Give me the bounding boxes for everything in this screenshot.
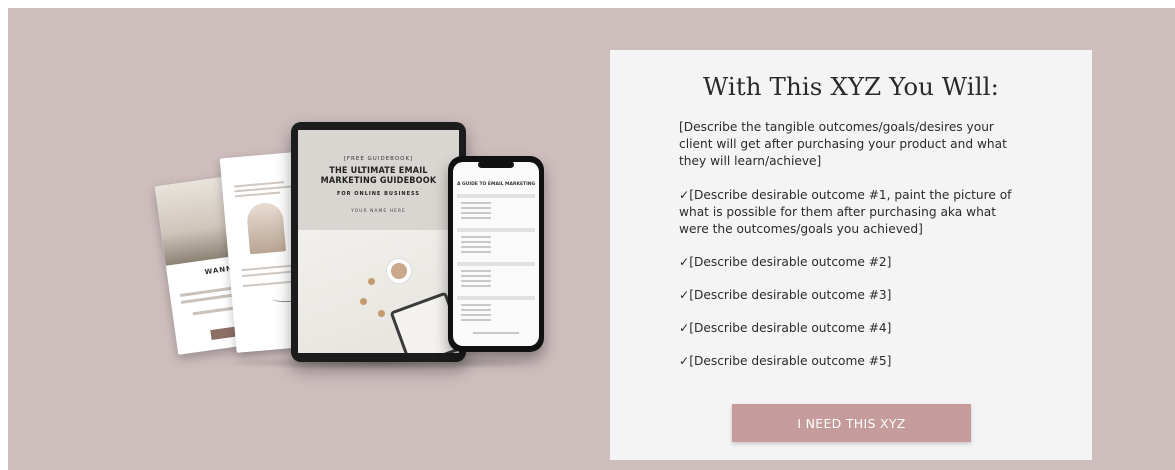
outcome-item: ✓[Describe desirable outcome #4] [679,320,1029,337]
check-icon: ✓ [679,288,690,302]
decor-dot [360,298,367,305]
outcome-item: ✓[Describe desirable outcome #2] [679,254,1029,271]
outcome-item: ✓[Describe desirable outcome #5] [679,353,1029,370]
desk-photo [298,230,459,353]
check-icon: ✓ [679,255,690,269]
phone-row [461,314,491,316]
phone-screen: A GUIDE TO EMAIL MARKETING [453,162,539,346]
phone-row [461,275,491,277]
phone-row [461,207,491,209]
card-body: [Describe the tangible outcomes/goals/de… [679,119,1029,386]
product-mockup: WANNA W [FREE GUIDEBOOK] THE ULTIMATE EM… [154,118,558,378]
outcome-item: ✓[Describe desirable outcome #1, paint t… [679,187,1029,238]
phone-row [461,217,491,219]
check-icon: ✓ [679,321,690,335]
phone-mockup: A GUIDE TO EMAIL MARKETING [448,156,544,352]
phone-row [461,304,491,306]
phone-section [457,228,535,232]
outcome-list: ✓[Describe desirable outcome #1, paint t… [679,187,1029,370]
phone-row [461,251,491,253]
check-icon: ✓ [679,188,690,202]
cover-tag: [FREE GUIDEBOOK] [343,156,414,162]
phone-row [461,202,491,204]
offer-card: With This XYZ You Will: [Describe the ta… [610,50,1092,460]
intro-text: [Describe the tangible outcomes/goals/de… [679,120,1007,168]
decor-dot [368,278,375,285]
cover-title-line2: MARKETING GUIDEBOOK [320,176,437,186]
outcome-text: [Describe desirable outcome #4] [689,321,892,335]
outcome-text: [Describe desirable outcome #2] [689,255,892,269]
phone-row [461,270,491,272]
coffee-cup [386,258,412,284]
phone-title: A GUIDE TO EMAIL MARKETING [457,182,536,187]
phone-section [457,194,535,198]
card-title: With This XYZ You Will: [703,72,999,101]
outcome-text: [Describe desirable outcome #1, paint th… [679,188,1012,236]
text-line [234,191,280,198]
hero-section: WANNA W [FREE GUIDEBOOK] THE ULTIMATE EM… [8,8,1175,470]
phone-row [461,212,491,214]
cover-subtitle: FOR ONLINE BUSINESS [337,191,420,197]
phone-footer-line [473,332,519,334]
check-icon: ✓ [679,354,690,368]
guidebook-cover: [FREE GUIDEBOOK] THE ULTIMATE EMAIL MARK… [298,130,459,230]
portrait-photo [245,201,287,255]
phone-row [461,280,491,282]
phone-row [461,309,491,311]
phone-section [457,262,535,266]
buy-button[interactable]: I NEED THIS XYZ [732,404,971,442]
decor-dot [378,310,385,317]
phone-row [461,319,491,321]
phone-row [461,285,491,287]
tablet-mockup: [FREE GUIDEBOOK] THE ULTIMATE EMAIL MARK… [291,122,466,362]
cover-author: YOUR NAME HERE [351,209,406,214]
phone-row [461,246,491,248]
phone-section [457,296,535,300]
phone-notch [478,161,514,168]
outcome-text: [Describe desirable outcome #5] [689,354,892,368]
tablet-screen: [FREE GUIDEBOOK] THE ULTIMATE EMAIL MARK… [298,130,459,353]
cover-title-line1: THE ULTIMATE EMAIL [329,166,428,176]
phone-row [461,241,491,243]
outcome-text: [Describe desirable outcome #3] [689,288,892,302]
phone-row [461,236,491,238]
outcome-item: ✓[Describe desirable outcome #3] [679,287,1029,304]
